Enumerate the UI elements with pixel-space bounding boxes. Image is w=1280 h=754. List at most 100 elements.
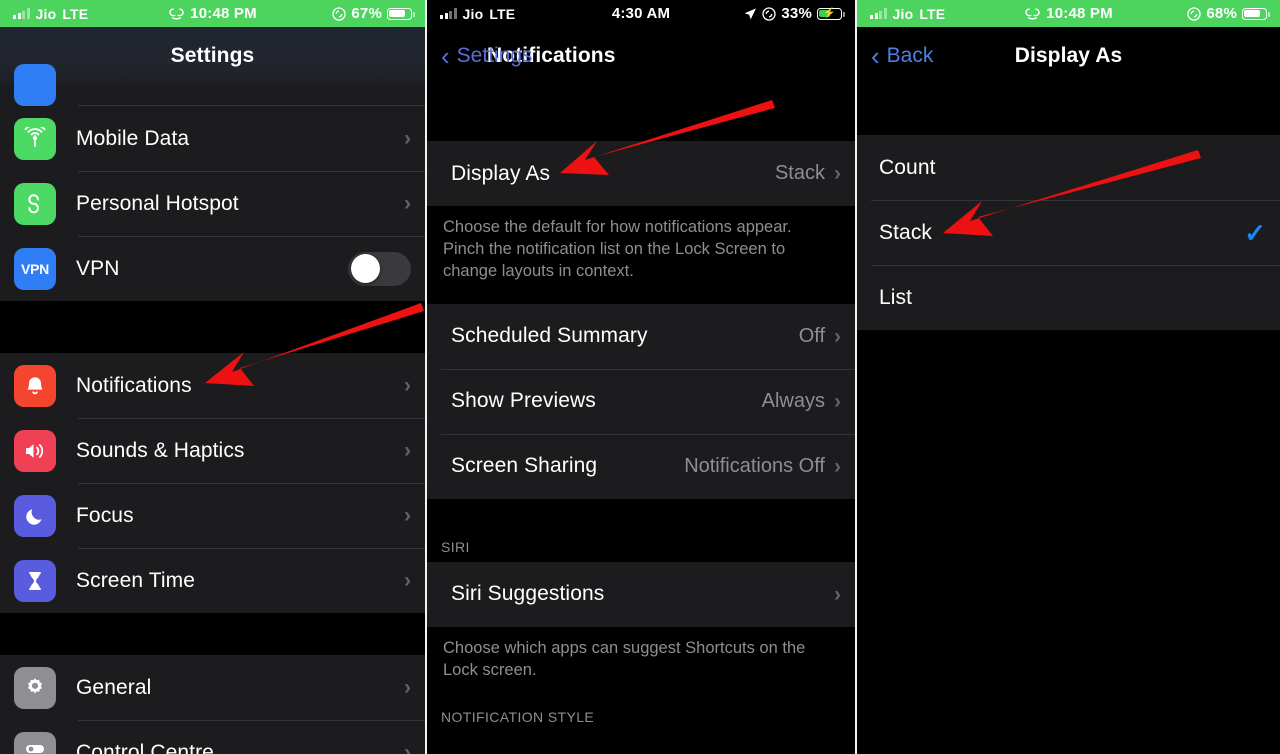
panel-settings: Jio LTE 10:48 PM 67% Settings Mobile Dat…: [0, 0, 425, 754]
status-bar-right: 68%: [1069, 5, 1270, 22]
section-gap: [0, 301, 425, 353]
status-bar-left: Jio LTE: [870, 6, 1069, 22]
row-value: Notifications Off: [684, 454, 825, 477]
chevron-right-icon: ›: [834, 454, 841, 478]
checkmark-icon: ✓: [1244, 217, 1266, 248]
network-type: LTE: [62, 5, 89, 22]
control-centre-icon: [14, 731, 56, 754]
bell-icon: [14, 364, 56, 407]
battery-icon: [1242, 7, 1270, 20]
vpn-icon-label: VPN: [21, 260, 49, 277]
sidebar-item-personal-hotspot[interactable]: Personal Hotspot ›: [0, 171, 425, 236]
notification-style-header: NOTIFICATION STYLE: [427, 694, 855, 732]
status-bar: Jio LTE 10:48 PM 68%: [857, 0, 1280, 27]
status-bar-right: 33% ⚡: [641, 5, 845, 22]
nav-bar: ‹ Settings Notifications: [427, 27, 855, 84]
row-label: Display As: [451, 161, 551, 185]
battery-percent: 68%: [1206, 5, 1237, 22]
panel-notifications: Jio LTE 4:30 AM 33% ⚡ ‹ Settings Notific…: [427, 0, 855, 754]
row-scheduled-summary[interactable]: Scheduled Summary Off ›: [427, 303, 855, 369]
back-button[interactable]: ‹ Settings: [441, 43, 533, 69]
row-show-previews[interactable]: Show Previews Always ›: [427, 368, 855, 434]
siri-group: Siri Suggestions ›: [427, 561, 855, 627]
network-type: LTE: [919, 5, 946, 22]
page-title: Notifications: [487, 43, 616, 67]
row-label: Mobile Data: [76, 126, 190, 150]
page-title: Settings: [170, 43, 255, 67]
nav-bar: ‹ Back Display As: [857, 27, 1280, 84]
display-as-footer: Choose the default for how notifications…: [427, 206, 855, 296]
row-label: Siri Suggestions: [451, 582, 605, 606]
row-label: Notifications: [76, 373, 192, 397]
wifi-icon: [14, 64, 56, 106]
row-value: Off: [798, 324, 825, 347]
row-value: Always: [761, 389, 825, 412]
row-screen-sharing[interactable]: Screen Sharing Notifications Off ›: [427, 433, 855, 499]
panel-display-as: Jio LTE 10:48 PM 68% ‹ Back Display As C…: [857, 0, 1280, 754]
chevron-right-icon: ›: [404, 569, 411, 592]
row-display-as[interactable]: Display As Stack ›: [427, 141, 855, 206]
rotation-lock-icon: [762, 6, 777, 21]
battery-percent: 67%: [351, 5, 382, 22]
speaker-icon: [14, 429, 56, 472]
screenshot-panels: Jio LTE 10:48 PM 67% Settings Mobile Dat…: [0, 0, 1280, 754]
signal-bars-icon: [13, 8, 30, 19]
section-gap: [0, 613, 425, 655]
chevron-left-icon: ‹: [441, 40, 450, 71]
section-gap: [427, 84, 855, 141]
sidebar-item-general[interactable]: General ›: [0, 655, 425, 720]
toggle-knob: [350, 254, 380, 283]
display-as-options-group: Count Stack ✓ List: [857, 135, 1280, 330]
sidebar-item-screen-time[interactable]: Screen Time ›: [0, 548, 425, 613]
battery-percent: 33%: [781, 5, 812, 22]
hourglass-icon: [14, 559, 56, 602]
settings-group-notifications: Notifications › Sounds & Haptics › Focus…: [0, 353, 425, 613]
clipped-wifi-row[interactable]: [0, 64, 425, 106]
chevron-right-icon: ›: [404, 127, 411, 150]
row-label: Count: [879, 155, 936, 179]
status-bar: Jio LTE 10:48 PM 67%: [0, 0, 425, 27]
signal-bars-icon: [440, 8, 457, 19]
option-count[interactable]: Count: [857, 135, 1280, 200]
status-bar-left: Jio LTE: [13, 6, 213, 22]
signal-bars-icon: [870, 8, 887, 19]
row-label: Show Previews: [451, 389, 596, 413]
section-gap: [427, 498, 855, 527]
section-gap: [857, 84, 1280, 135]
status-bar-right: 67%: [213, 5, 415, 22]
vpn-icon: VPN: [14, 247, 56, 290]
section-gap: [427, 295, 855, 304]
row-label: Focus: [76, 503, 134, 527]
chevron-right-icon: ›: [834, 389, 841, 413]
back-button-label: Back: [886, 43, 934, 67]
sidebar-item-focus[interactable]: Focus ›: [0, 483, 425, 548]
sidebar-item-sounds-haptics[interactable]: Sounds & Haptics ›: [0, 418, 425, 483]
back-button[interactable]: ‹ Back: [871, 43, 933, 69]
personal-hotspot-icon: [14, 182, 56, 225]
carrier-name: Jio: [892, 5, 914, 22]
back-button-label: Settings: [456, 43, 533, 67]
vpn-toggle[interactable]: [348, 251, 411, 286]
chevron-right-icon: ›: [404, 676, 411, 699]
sidebar-item-control-centre[interactable]: Control Centre ›: [0, 720, 425, 754]
row-label: Stack: [879, 220, 933, 244]
sidebar-item-mobile-data[interactable]: Mobile Data ›: [0, 106, 425, 171]
sidebar-item-vpn[interactable]: VPN VPN: [0, 236, 425, 301]
moon-icon: [14, 494, 56, 537]
row-siri-suggestions[interactable]: Siri Suggestions ›: [427, 561, 855, 627]
chevron-right-icon: ›: [404, 439, 411, 462]
network-type: LTE: [489, 5, 516, 22]
chevron-right-icon: ›: [404, 741, 411, 754]
rotation-lock-icon: [332, 6, 347, 21]
charging-bolt-icon: ⚡: [823, 7, 836, 19]
status-bar-left: Jio LTE: [440, 6, 641, 22]
row-label: Sounds & Haptics: [76, 438, 245, 462]
chevron-right-icon: ›: [404, 192, 411, 215]
sidebar-item-notifications[interactable]: Notifications ›: [0, 353, 425, 418]
row-label: Screen Time: [76, 568, 195, 592]
option-list[interactable]: List: [857, 265, 1280, 330]
option-stack[interactable]: Stack ✓: [857, 200, 1280, 265]
row-label: List: [879, 285, 913, 309]
row-value: Stack: [774, 162, 825, 184]
chevron-left-icon: ‹: [871, 40, 880, 71]
